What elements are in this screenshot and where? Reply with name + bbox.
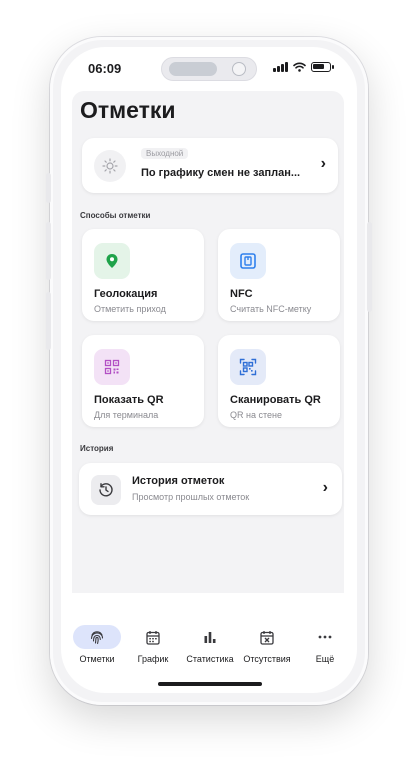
method-subtitle: Отметить приход bbox=[94, 304, 166, 314]
qr-code-icon bbox=[94, 349, 130, 385]
wifi-icon bbox=[293, 62, 306, 72]
calendar-x-icon bbox=[243, 625, 291, 649]
method-title: NFC bbox=[230, 288, 253, 300]
tab-more[interactable]: Ещё bbox=[295, 623, 355, 669]
qr-scan-icon bbox=[230, 349, 266, 385]
page-title: Отметки bbox=[80, 97, 176, 123]
status-badge: Выходной bbox=[141, 148, 189, 159]
history-title: История отметок bbox=[132, 475, 225, 487]
location-pin-icon bbox=[94, 243, 130, 279]
bar-chart-icon bbox=[186, 625, 234, 649]
tab-label: График bbox=[137, 654, 169, 664]
chevron-right-icon: › bbox=[322, 479, 328, 496]
battery-icon bbox=[311, 62, 334, 72]
history-icon bbox=[91, 475, 121, 505]
volume-up-button bbox=[46, 222, 51, 280]
status-time: 06:09 bbox=[88, 61, 122, 76]
camera-icon bbox=[232, 62, 246, 76]
power-button bbox=[367, 222, 372, 312]
method-subtitle: Считать NFC-метку bbox=[230, 304, 312, 314]
dynamic-island bbox=[161, 57, 257, 81]
tab-label: Ещё bbox=[315, 654, 335, 664]
home-indicator[interactable] bbox=[158, 682, 262, 686]
tab-label: Отметки bbox=[79, 654, 115, 664]
tab-absences[interactable]: Отсутствия bbox=[237, 623, 297, 669]
geolocation-card[interactable]: Геолокация Отметить приход bbox=[82, 229, 204, 321]
fingerprint-icon bbox=[73, 625, 121, 649]
signal-icon bbox=[273, 62, 288, 72]
shift-status-text: По графику смен не заплан... bbox=[141, 167, 301, 179]
main-content: Отметки Выходной По графику смен не запл… bbox=[72, 91, 344, 593]
method-title: Сканировать QR bbox=[230, 394, 321, 406]
method-title: Показать QR bbox=[94, 394, 164, 406]
tab-marks[interactable]: Отметки bbox=[67, 623, 127, 669]
chevron-right-icon: › bbox=[320, 155, 326, 172]
method-title: Геолокация bbox=[94, 288, 158, 300]
history-subtitle: Просмотр прошлых отметок bbox=[132, 492, 250, 502]
shift-card[interactable]: Выходной По графику смен не заплан... › bbox=[82, 138, 338, 193]
tab-schedule[interactable]: График bbox=[123, 623, 183, 669]
tab-label: Статистика bbox=[186, 654, 234, 664]
tab-bar: Отметки График Статистика Отсутствия Ещё bbox=[61, 623, 357, 673]
tab-statistics[interactable]: Статистика bbox=[180, 623, 240, 669]
volume-down-button bbox=[46, 292, 51, 350]
history-section-label: История bbox=[80, 444, 114, 453]
calendar-icon bbox=[129, 625, 177, 649]
nfc-card[interactable]: NFC Считать NFC-метку bbox=[218, 229, 340, 321]
nfc-icon bbox=[230, 243, 266, 279]
method-subtitle: Для терминала bbox=[94, 410, 159, 420]
action-button bbox=[46, 173, 51, 203]
tab-label: Отсутствия bbox=[243, 654, 291, 664]
show-qr-card[interactable]: Показать QR Для терминала bbox=[82, 335, 204, 427]
status-icons bbox=[273, 62, 334, 72]
methods-section-label: Способы отметки bbox=[80, 211, 151, 220]
method-subtitle: QR на стене bbox=[230, 410, 282, 420]
sun-icon bbox=[94, 150, 126, 182]
scan-qr-card[interactable]: Сканировать QR QR на стене bbox=[218, 335, 340, 427]
island-pill bbox=[169, 62, 217, 76]
history-card[interactable]: История отметок Просмотр прошлых отметок… bbox=[79, 463, 342, 515]
screen: 06:09 Отметки Выходной По графику смен н… bbox=[61, 47, 357, 693]
more-icon bbox=[301, 625, 349, 649]
